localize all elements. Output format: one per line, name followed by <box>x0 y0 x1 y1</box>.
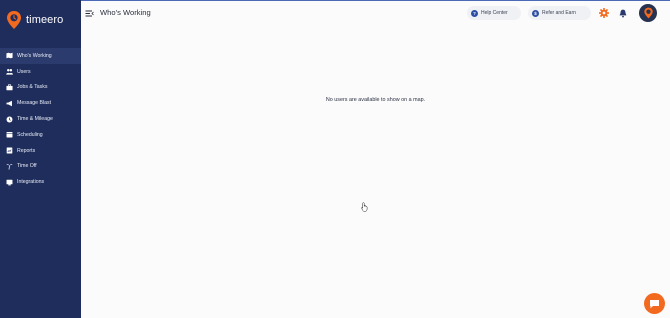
sidebar-item-time-off[interactable]: Time Off <box>0 159 81 175</box>
chat-launcher-button[interactable] <box>644 293 665 314</box>
sidebar-item-users[interactable]: Users <box>0 64 81 80</box>
bell-icon[interactable] <box>619 9 627 18</box>
logo-pin-icon <box>7 11 21 29</box>
brand-logo[interactable]: timeero <box>6 9 63 31</box>
sidebar-item-scheduling[interactable]: Scheduling <box>0 127 81 143</box>
sidebar-nav: Who's Working Users Jobs & Tasks Message… <box>0 48 81 190</box>
sidebar-item-label: Integrations <box>17 179 45 186</box>
sidebar-item-label: Jobs & Tasks <box>17 84 48 91</box>
help-center-label: Help Center <box>481 10 508 16</box>
avatar[interactable] <box>639 4 657 22</box>
megaphone-icon <box>6 100 13 107</box>
users-icon <box>6 68 13 75</box>
sidebar-item-reports[interactable]: Reports <box>0 143 81 159</box>
gear-icon[interactable] <box>599 8 609 18</box>
report-icon <box>6 147 13 154</box>
chat-bubble-icon <box>650 299 659 308</box>
clock-icon <box>6 116 13 123</box>
sidebar-item-label: Users <box>17 68 31 75</box>
avatar-logo-icon <box>643 7 653 19</box>
sidebar-item-label: Reports <box>17 147 36 154</box>
sidebar-item-integrations[interactable]: Integrations <box>0 174 81 190</box>
sidebar-item-label: Scheduling <box>17 131 43 138</box>
sidebar-item-label: Time & Mileage <box>17 116 53 123</box>
integrations-icon <box>6 179 13 186</box>
sidebar-item-label: Message Blast <box>17 100 52 107</box>
sidebar-item-message-blast[interactable]: Message Blast <box>0 95 81 111</box>
palm-icon <box>6 163 13 170</box>
brand-name: timeero <box>26 14 64 26</box>
help-icon: ? <box>471 9 478 17</box>
calendar-icon <box>6 131 13 138</box>
map-icon <box>6 52 13 59</box>
help-center-button[interactable]: ? Help Center <box>467 6 521 20</box>
top-bar: Who's Working ? Help Center $ Refer and … <box>81 0 670 27</box>
page-title: Who's Working <box>100 8 151 17</box>
sidebar-item-label: Who's Working <box>17 52 52 59</box>
menu-collapse-icon[interactable] <box>85 9 94 18</box>
sidebar-item-whos-working[interactable]: Who's Working <box>0 48 81 64</box>
sidebar-item-time-mileage[interactable]: Time & Mileage <box>0 111 81 127</box>
main-content <box>81 0 670 318</box>
refer-and-earn-label: Refer and Earn <box>542 10 576 16</box>
hand-cursor-icon <box>361 202 368 212</box>
briefcase-icon <box>6 84 13 91</box>
sidebar: timeero Who's Working Users Jobs & Tasks… <box>0 0 81 318</box>
refer-and-earn-button[interactable]: $ Refer and Earn <box>528 6 591 20</box>
empty-state-message: No users are available to show on a map. <box>325 97 426 103</box>
dollar-icon: $ <box>532 9 539 17</box>
sidebar-item-jobs-tasks[interactable]: Jobs & Tasks <box>0 80 81 96</box>
sidebar-item-label: Time Off <box>17 163 37 170</box>
